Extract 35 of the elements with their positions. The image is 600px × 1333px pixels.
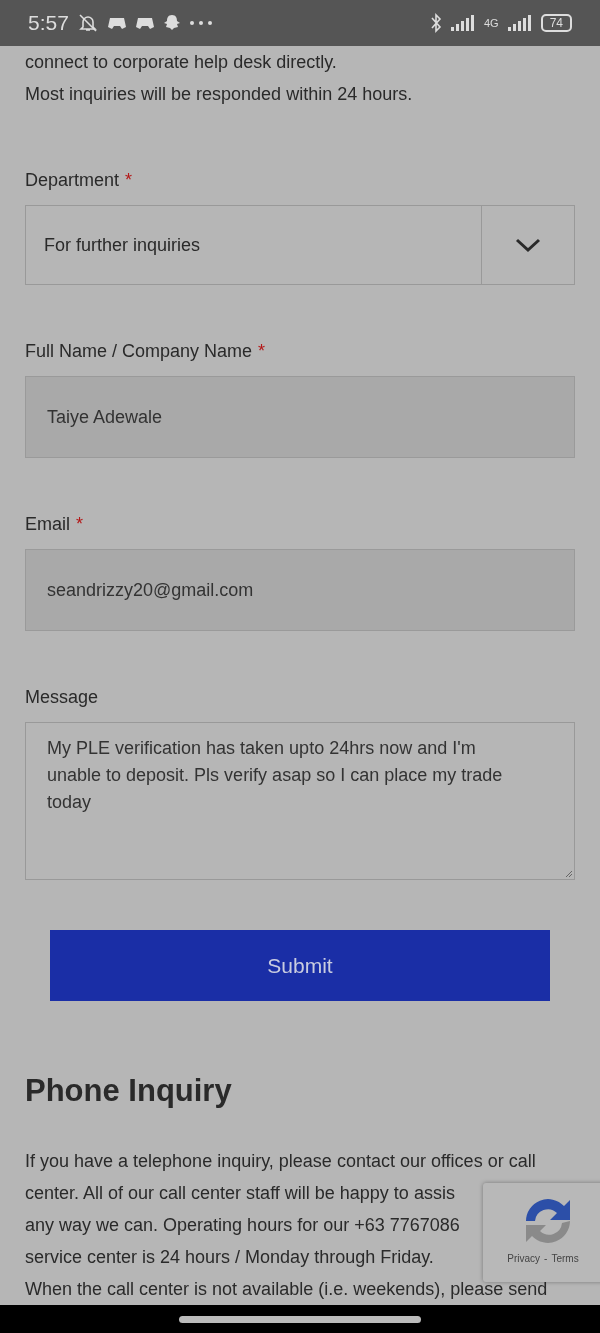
- required-mark: *: [258, 341, 266, 362]
- paragraph-line: service center is 24 hours / Monday through Friday.: [25, 1246, 434, 1269]
- input-field[interactable]: Taiye Adewale: [25, 376, 575, 458]
- signal-icon: [506, 15, 533, 31]
- field-label: Full Name / Company Name: [25, 341, 253, 362]
- bluetooth-icon: [429, 13, 442, 33]
- paragraph-line: any way we can. Operating hours for our +63 7767086: [25, 1214, 460, 1237]
- battery-indicator: 74: [540, 14, 572, 32]
- separator-text: -: [544, 1253, 548, 1264]
- recaptcha-badge[interactable]: Privacy - Terms: [483, 1183, 600, 1282]
- clock-time: 5:57: [28, 11, 69, 35]
- department-select[interactable]: For further inquiries: [25, 205, 575, 285]
- signal-icon: [449, 15, 476, 31]
- field-label: Message: [25, 687, 99, 708]
- section-heading: Phone Inquiry: [25, 1073, 233, 1109]
- message-field[interactable]: My PLE verification has taken upto 24hrs now and I'm unable to deposit. Pls verify asap so I can place my trade today: [25, 722, 575, 880]
- intro-text: Most inquiries will be responded within 24 hours.: [25, 83, 413, 106]
- field-label: Email: [25, 514, 70, 535]
- paragraph-line: center. All of our call center staff will be happy to assis: [25, 1182, 455, 1205]
- ghost-icon: [162, 14, 181, 32]
- home-indicator[interactable]: [179, 1315, 421, 1323]
- muted-bell-icon: [76, 13, 99, 33]
- terms-link[interactable]: Terms: [551, 1253, 579, 1264]
- intro-text: connect to corporate help desk directly.: [25, 51, 337, 74]
- privacy-link[interactable]: Privacy: [507, 1253, 541, 1264]
- submit-button[interactable]: Submit: [50, 930, 550, 1001]
- chevron-down-icon: [514, 237, 542, 253]
- more-icon: [188, 20, 213, 26]
- field-label: Department: [25, 170, 120, 191]
- resize-grip-icon: [566, 871, 572, 877]
- required-mark: *: [76, 514, 84, 535]
- required-mark: *: [125, 170, 133, 191]
- input-field[interactable]: seandrizzy20@gmail.com: [25, 549, 575, 631]
- network-label: 4G: [483, 17, 499, 29]
- paragraph-line: If you have a telephone inquiry, please contact our offices or call: [25, 1150, 536, 1173]
